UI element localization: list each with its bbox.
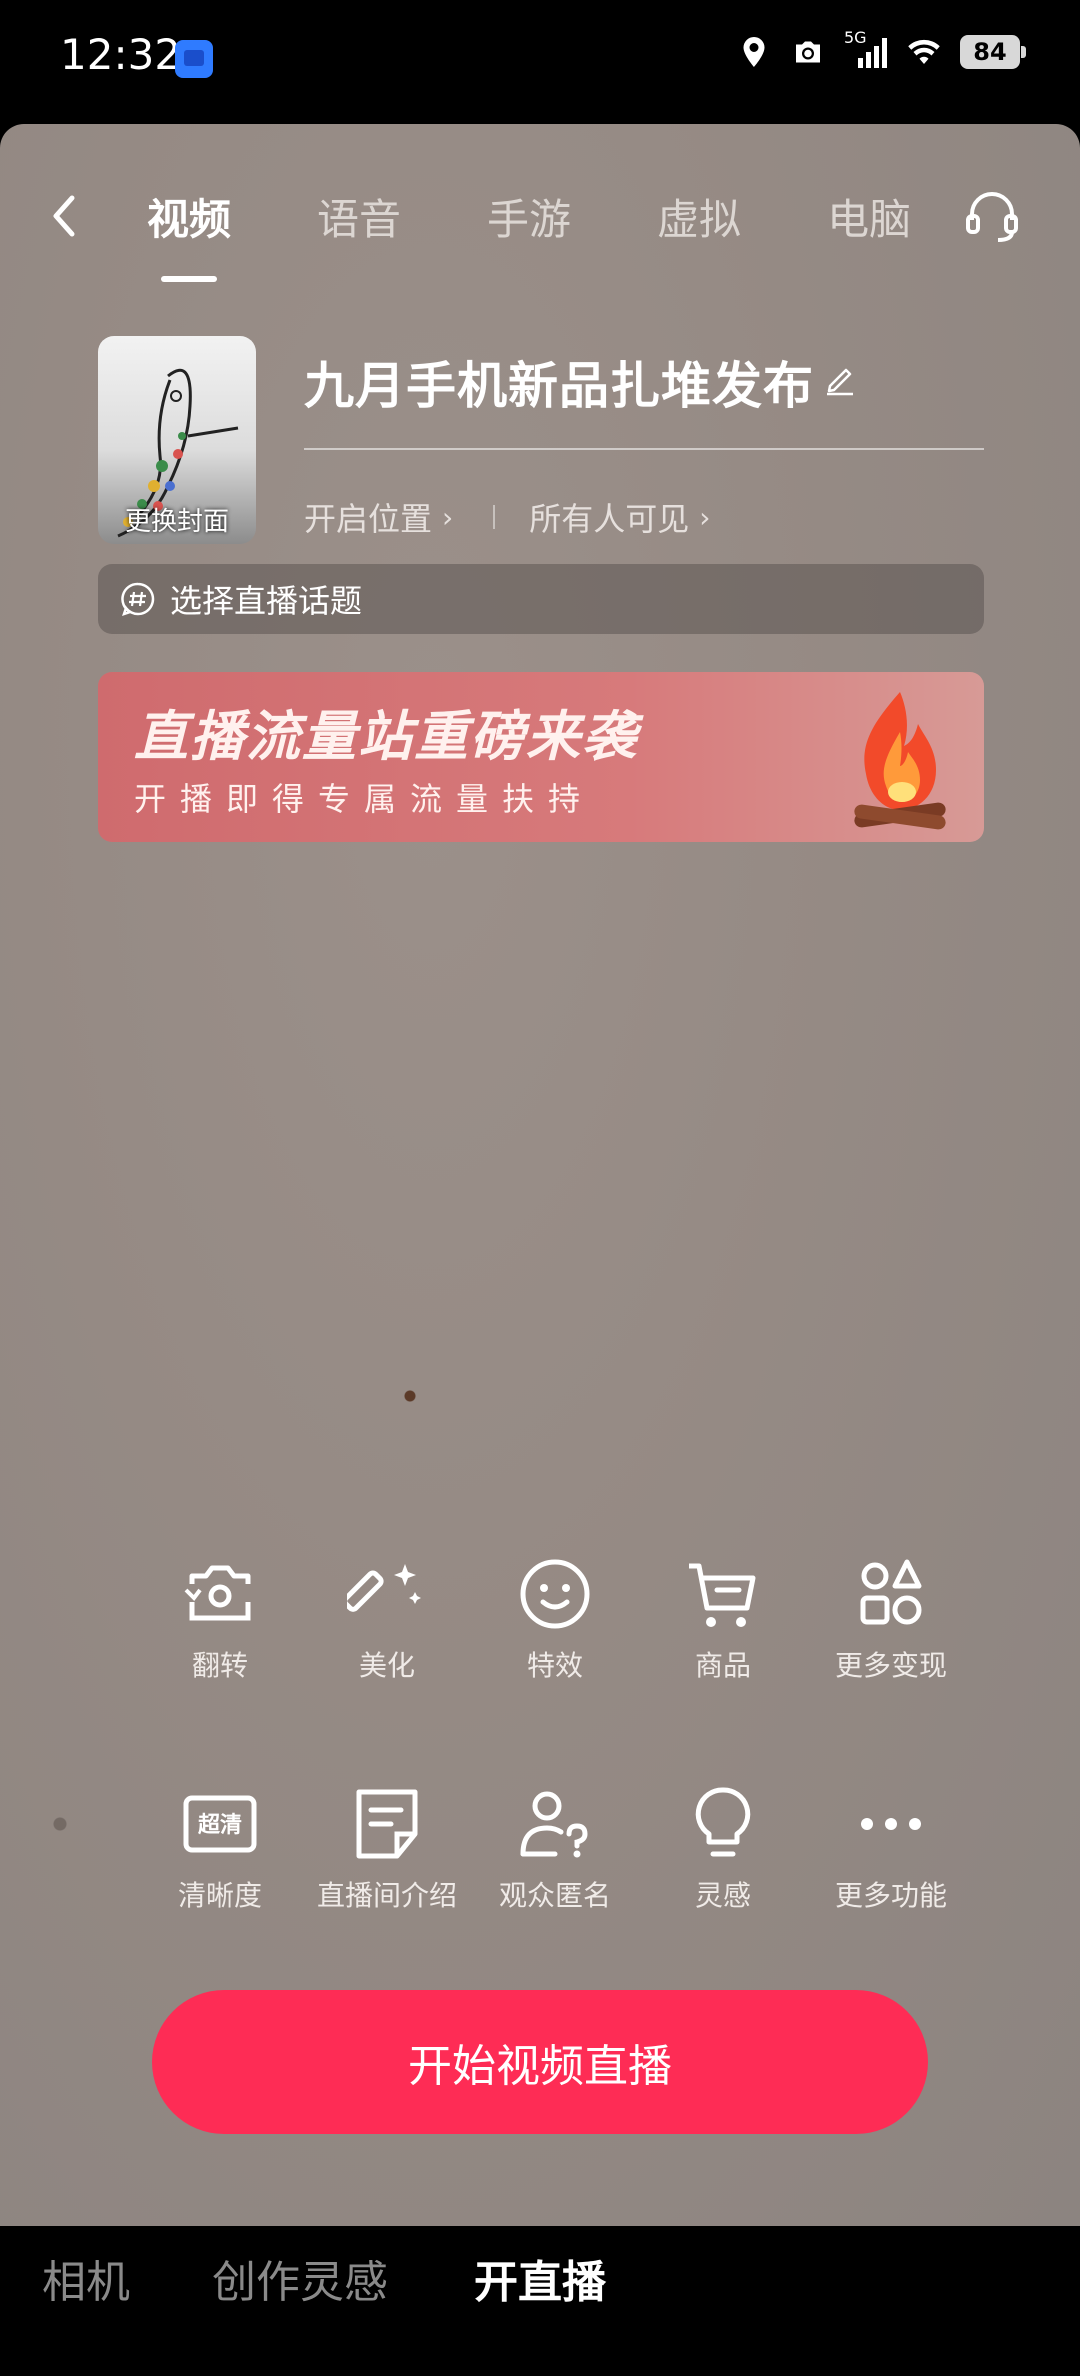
shopping-cart-icon bbox=[689, 1563, 756, 1627]
promo-banner[interactable]: 直播流量站重磅来袭 开播即得专属流量扶持 bbox=[98, 672, 984, 842]
status-icons: 5G 84 bbox=[736, 28, 1026, 70]
title-underline bbox=[304, 448, 984, 450]
tool-quality[interactable]: 超清 清晰度 bbox=[136, 1784, 304, 1914]
tool-inspiration[interactable]: 灵感 bbox=[639, 1784, 807, 1914]
nav-creative-inspiration[interactable]: 创作灵感 bbox=[212, 2246, 388, 2310]
tool-effects[interactable]: 特效 bbox=[471, 1554, 639, 1684]
tab-voice[interactable]: 语音 bbox=[317, 186, 401, 256]
location-icon bbox=[743, 37, 765, 67]
anonymous-user-icon bbox=[520, 1791, 588, 1858]
app-notification-icon bbox=[175, 40, 213, 78]
tab-video[interactable]: 视频 bbox=[147, 186, 231, 256]
live-title[interactable]: 九月手机新品扎堆发布 bbox=[304, 346, 814, 418]
tool-label: 翻转 bbox=[191, 1649, 248, 1682]
lightbulb-icon bbox=[695, 1787, 751, 1857]
flip-camera-icon bbox=[184, 1565, 251, 1621]
clock: 12:32 bbox=[60, 30, 182, 79]
chevron-right-icon: › bbox=[442, 500, 454, 534]
tool-more-monetize[interactable]: 更多变现 bbox=[807, 1554, 975, 1684]
divider bbox=[493, 505, 496, 529]
hd-quality-icon: 超清 bbox=[183, 1795, 257, 1853]
tool-label: 商品 bbox=[694, 1649, 751, 1682]
nav-camera[interactable]: 相机 bbox=[42, 2246, 130, 2310]
topic-selector[interactable]: 选择直播话题 bbox=[98, 564, 984, 634]
tool-label: 更多变现 bbox=[834, 1649, 947, 1682]
bottom-nav: 相机 创作灵感 开直播 bbox=[0, 2226, 1080, 2376]
change-cover-label: 更换封面 bbox=[124, 507, 229, 537]
smile-face-icon bbox=[520, 1559, 590, 1629]
wifi-icon bbox=[908, 39, 940, 64]
headset-icon[interactable] bbox=[962, 186, 1022, 246]
tool-flip[interactable]: 翻转 bbox=[136, 1554, 304, 1684]
tab-virtual[interactable]: 虚拟 bbox=[657, 186, 741, 256]
more-dots-icon bbox=[861, 1818, 921, 1830]
hd-badge-text: 超清 bbox=[198, 1812, 242, 1838]
edit-pencil-icon[interactable] bbox=[822, 360, 858, 396]
tool-label: 灵感 bbox=[694, 1879, 751, 1912]
tool-beautify[interactable]: 美化 bbox=[303, 1554, 471, 1684]
status-bar: 12:32 5G 84 bbox=[0, 0, 1080, 120]
cover-thumbnail[interactable]: 更换封面 bbox=[98, 336, 256, 544]
tool-room-intro[interactable]: 直播间介绍 bbox=[303, 1784, 471, 1914]
note-edit-icon bbox=[356, 1789, 418, 1859]
banner-title: 直播流量站重磅来袭 bbox=[134, 705, 638, 768]
banner-subtitle: 开播即得专属流量扶持 bbox=[134, 780, 595, 818]
location-toggle[interactable]: 开启位置 bbox=[304, 494, 432, 540]
hashtag-icon bbox=[121, 582, 155, 616]
campfire-icon bbox=[854, 692, 946, 830]
tool-label: 清晰度 bbox=[177, 1879, 262, 1912]
tool-label: 直播间介绍 bbox=[316, 1879, 457, 1912]
tool-label: 特效 bbox=[526, 1649, 583, 1682]
tab-mobile-game[interactable]: 手游 bbox=[487, 186, 571, 256]
tab-computer[interactable]: 电脑 bbox=[827, 186, 911, 256]
network-type: 5G bbox=[844, 28, 867, 47]
visibility-selector[interactable]: 所有人可见 bbox=[529, 494, 689, 540]
battery-indicator: 84 bbox=[960, 35, 1026, 69]
tool-label: 更多功能 bbox=[834, 1879, 947, 1912]
meta-row: 开启位置 › 所有人可见 › bbox=[304, 494, 710, 540]
topic-label: 选择直播话题 bbox=[170, 582, 363, 620]
nav-go-live[interactable]: 开直播 bbox=[474, 2246, 606, 2310]
live-type-tabs: 视频 语音 手游 虚拟 电脑 bbox=[147, 186, 997, 256]
tool-more-functions[interactable]: 更多功能 bbox=[807, 1784, 975, 1914]
tool-label: 美化 bbox=[358, 1649, 415, 1682]
chevron-right-icon: › bbox=[699, 500, 711, 534]
tool-products[interactable]: 商品 bbox=[639, 1554, 807, 1684]
shapes-grid-icon bbox=[860, 1559, 922, 1625]
live-setup-panel: 视频 语音 手游 虚拟 电脑 更换封面 九月手机新品扎堆发布 开启位置 › 所有… bbox=[0, 124, 1080, 2226]
signal-icon: 5G bbox=[844, 28, 888, 70]
tool-anonymous[interactable]: 观众匿名 bbox=[471, 1784, 639, 1914]
back-arrow-icon[interactable] bbox=[40, 186, 90, 246]
start-live-button[interactable]: 开始视频直播 bbox=[152, 1990, 928, 2134]
magic-wand-icon bbox=[347, 1564, 421, 1612]
tool-label: 观众匿名 bbox=[498, 1879, 611, 1912]
camera-status-icon bbox=[796, 41, 820, 63]
